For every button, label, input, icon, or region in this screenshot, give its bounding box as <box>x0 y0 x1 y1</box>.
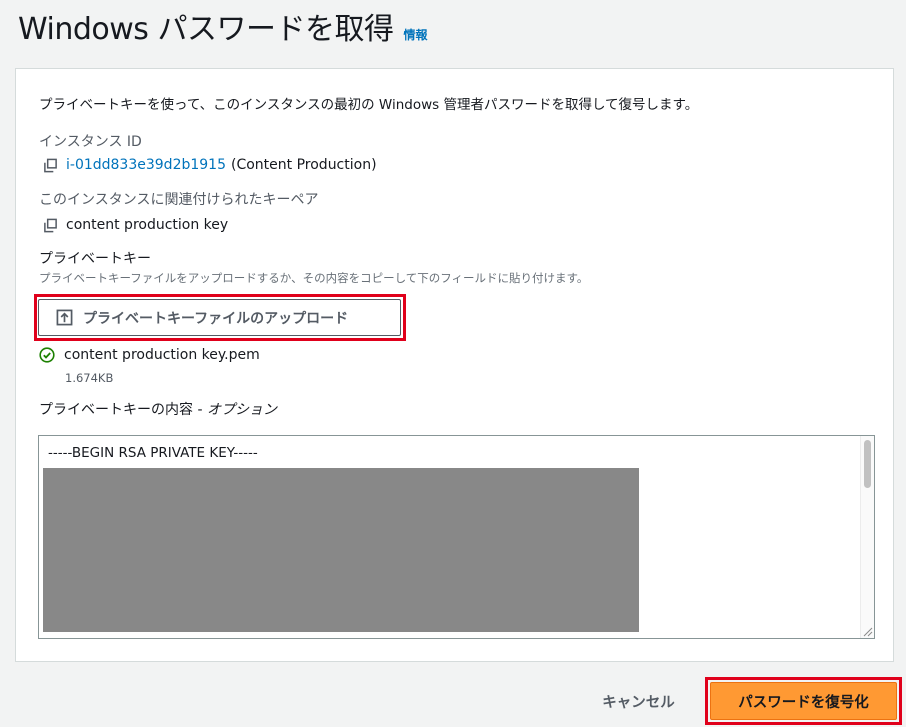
get-windows-password-page: Windows パスワードを取得 情報 プライベートキーを使って、このインスタン… <box>0 0 906 727</box>
private-key-label: プライベートキー <box>39 251 151 267</box>
upload-icon <box>56 309 73 326</box>
success-check-icon <box>39 347 55 363</box>
panel-description: プライベートキーを使って、このインスタンスの最初の Windows 管理者パスワ… <box>39 97 699 113</box>
upload-button-label: プライベートキーファイルのアップロード <box>83 310 349 327</box>
page-title: Windows パスワードを取得 <box>18 12 394 47</box>
cancel-button[interactable]: キャンセル <box>586 684 691 718</box>
instance-name: (Content Production) <box>231 157 377 173</box>
decrypt-password-button[interactable]: パスワードを復号化 <box>710 682 897 720</box>
optional-label: オプション <box>206 402 277 418</box>
textarea-scrollbar[interactable] <box>860 436 874 638</box>
title-row: Windows パスワードを取得 情報 <box>18 4 427 48</box>
uploaded-file: content production key.pem <box>39 347 260 363</box>
key-pair-name: content production key <box>66 217 229 233</box>
redacted-key-block <box>43 468 639 632</box>
key-pair-value: content production key <box>43 217 228 233</box>
password-panel: プライベートキーを使って、このインスタンスの最初の Windows 管理者パスワ… <box>15 68 894 662</box>
scrollbar-thumb[interactable] <box>864 440 871 488</box>
key-contents-label-text: プライベートキーの内容 - <box>39 402 207 418</box>
info-link[interactable]: 情報 <box>403 26 427 43</box>
private-key-textarea[interactable]: -----BEGIN RSA PRIVATE KEY----- <box>38 435 875 639</box>
private-key-text: -----BEGIN RSA PRIVATE KEY----- <box>48 445 258 461</box>
resize-grip-icon[interactable] <box>862 626 873 637</box>
upload-private-key-button[interactable]: プライベートキーファイルのアップロード <box>38 299 401 336</box>
copy-icon[interactable] <box>43 218 58 233</box>
copy-icon[interactable] <box>43 158 58 173</box>
instance-id-link[interactable]: i-01dd833e39d2b1915 <box>66 157 226 173</box>
uploaded-file-name: content production key.pem <box>64 347 260 363</box>
key-pair-label: このインスタンスに関連付けられたキーペア <box>39 192 319 208</box>
instance-id-label: インスタンス ID <box>39 134 142 150</box>
key-contents-label: プライベートキーの内容 - オプション <box>39 399 277 419</box>
instance-id-value: i-01dd833e39d2b1915 (Content Production) <box>43 157 377 173</box>
uploaded-file-size: 1.674KB <box>65 371 114 385</box>
private-key-hint: プライベートキーファイルをアップロードするか、その内容をコピーして下のフィールド… <box>39 271 589 285</box>
